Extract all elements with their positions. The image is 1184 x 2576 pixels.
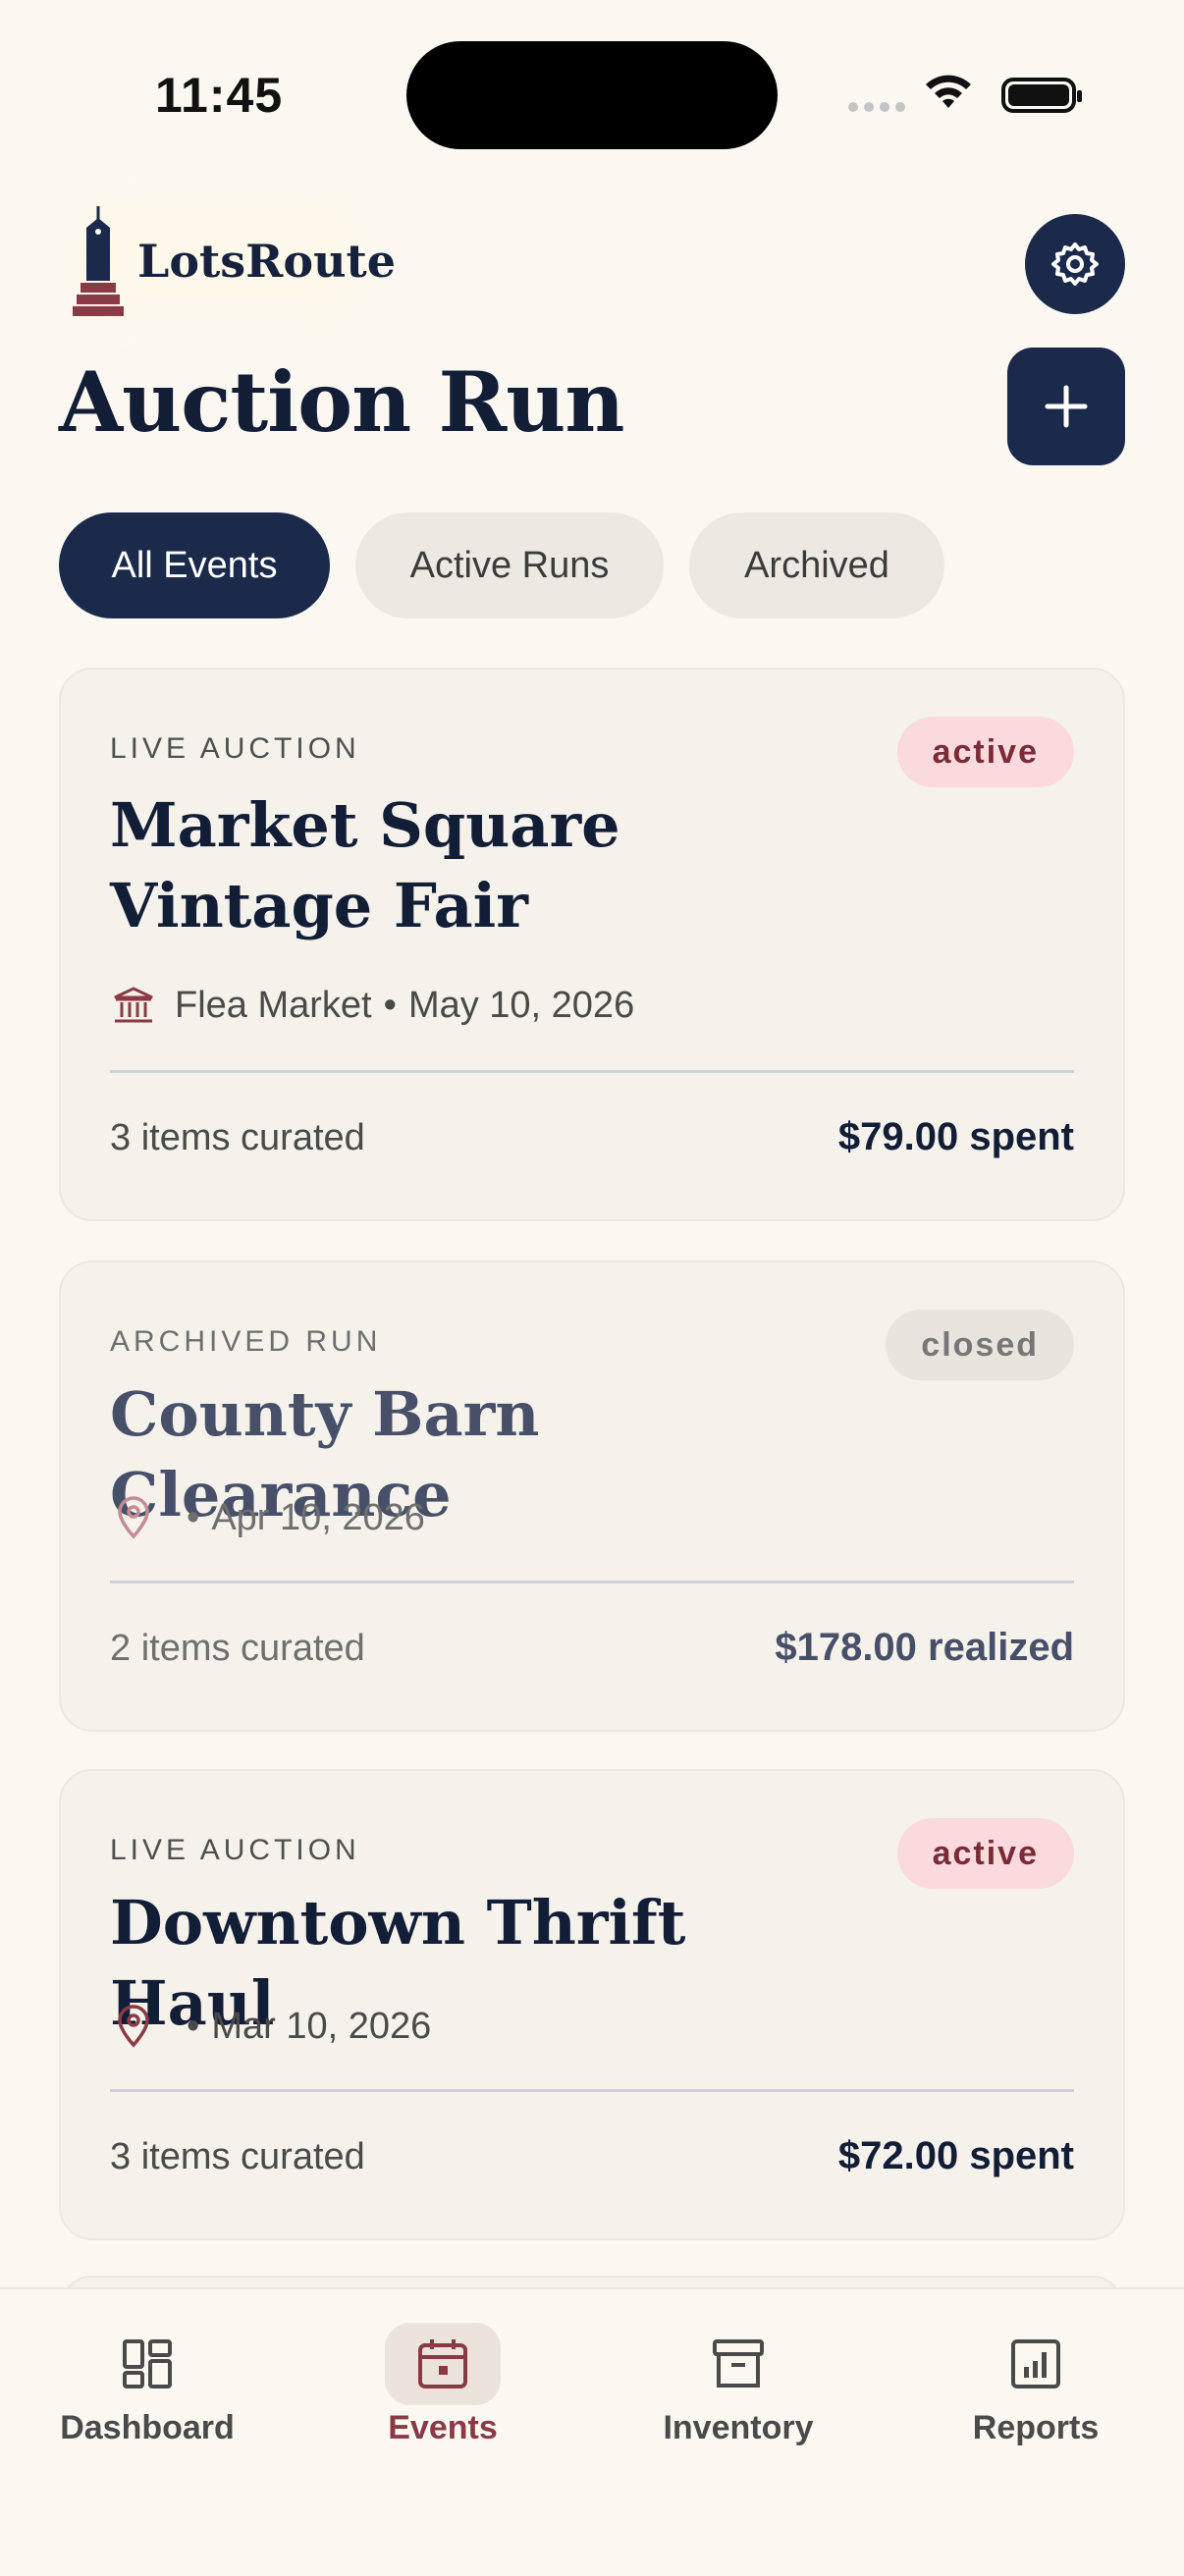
dynamic-island [406, 41, 778, 149]
nav-label: Inventory [663, 2409, 814, 2446]
map-pin-icon [110, 1494, 157, 1541]
nav-label: Events [388, 2409, 498, 2446]
filter-tabs: All Events Active Runs Archived [59, 512, 944, 618]
event-card[interactable]: ARCHIVED RUN closed County Barn Clearanc… [59, 1261, 1125, 1732]
event-kicker: LIVE AUCTION [110, 732, 360, 765]
event-kicker: ARCHIVED RUN [110, 1325, 382, 1358]
plus-icon [1045, 385, 1088, 428]
card-divider [110, 2089, 1074, 2092]
tab-active-runs[interactable]: Active Runs [355, 512, 664, 618]
cellular-signal-icon [848, 102, 905, 112]
event-meta: • Mar 10, 2026 [110, 2003, 431, 2050]
event-date: May 10, 2026 [407, 984, 635, 1026]
event-card[interactable]: LIVE AUCTION active Downtown Thrift Haul… [59, 1769, 1125, 2240]
status-time: 11:45 [155, 68, 284, 123]
event-meta: • Apr 10, 2026 [110, 1494, 425, 1541]
map-pin-icon [110, 2003, 157, 2050]
bottom-nav: Dashboard Events Inventory Reports [0, 2287, 1184, 2576]
event-venue: Flea Market [175, 984, 372, 1026]
event-kicker: LIVE AUCTION [110, 1834, 360, 1866]
page-title: Auction Run [59, 353, 624, 451]
spent-amount: $72.00 spent [837, 2134, 1074, 2177]
status-badge: active [896, 717, 1074, 787]
building-columns-icon [110, 982, 157, 1029]
nav-events[interactable]: Events [315, 2323, 570, 2447]
meta-separator: • [187, 2005, 200, 2047]
nav-label: Reports [972, 2409, 1100, 2446]
spent-amount: $79.00 spent [837, 1115, 1074, 1158]
nav-reports[interactable]: Reports [908, 2323, 1163, 2447]
status-badge: closed [886, 1310, 1074, 1380]
settings-button[interactable] [1025, 214, 1125, 314]
bar-chart-icon [1011, 2339, 1060, 2388]
battery-icon [1001, 78, 1082, 113]
status-badge: active [896, 1818, 1074, 1889]
gear-icon [1051, 242, 1099, 286]
items-count: 2 items curated [110, 1628, 365, 1669]
archive-box-icon [713, 2339, 764, 2388]
event-meta: Flea Market • May 10, 2026 [110, 982, 634, 1029]
nav-dashboard[interactable]: Dashboard [20, 2323, 275, 2447]
tab-archived[interactable]: Archived [689, 512, 944, 618]
items-count: 3 items curated [110, 2136, 365, 2177]
brand: LotsRoute [71, 198, 397, 320]
meta-separator: • [383, 984, 397, 1026]
nav-inventory[interactable]: Inventory [611, 2323, 866, 2447]
add-event-button[interactable] [1007, 348, 1125, 465]
event-card[interactable]: LIVE AUCTION active Market Square Vintag… [59, 668, 1125, 1221]
calendar-icon [418, 2339, 467, 2388]
event-date: Mar 10, 2026 [211, 2005, 432, 2047]
event-title: Market Square Vintage Fair [110, 789, 620, 941]
wifi-icon [926, 75, 971, 108]
items-count: 3 items curated [110, 1117, 365, 1158]
card-divider [110, 1070, 1074, 1073]
realized-amount: $178.00 realized [775, 1626, 1074, 1669]
price-tag-logo-icon [73, 206, 124, 316]
tab-all-events[interactable]: All Events [59, 512, 330, 618]
dashboard-grid-icon [123, 2339, 172, 2388]
meta-separator: • [187, 1496, 200, 1538]
event-date: Apr 10, 2026 [211, 1496, 425, 1538]
card-divider [110, 1581, 1074, 1583]
brand-name: LotsRoute [137, 235, 397, 288]
nav-label: Dashboard [60, 2409, 235, 2446]
